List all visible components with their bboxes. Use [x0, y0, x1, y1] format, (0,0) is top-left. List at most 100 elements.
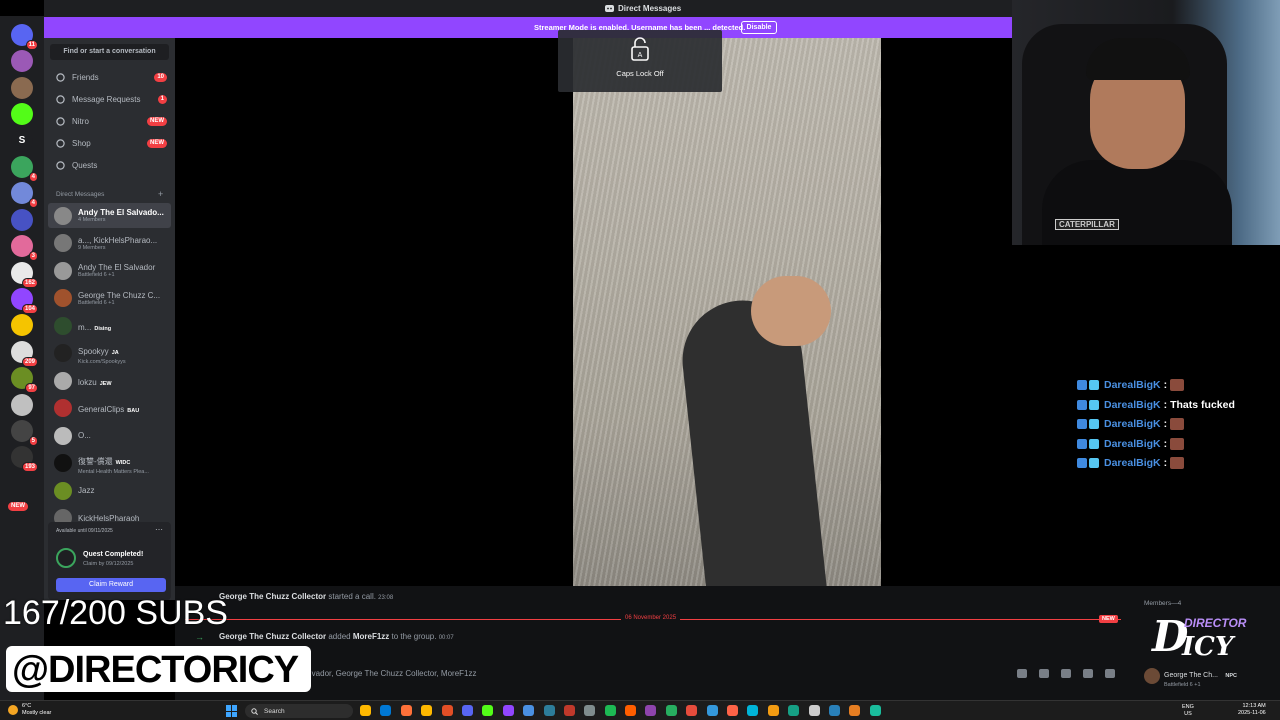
server-server-avatar-icon[interactable]: 3: [11, 235, 38, 262]
friends-icon: [54, 71, 66, 83]
added-by-user[interactable]: George The Chuzz Collector: [219, 632, 326, 641]
unread-badge: 4: [28, 198, 38, 209]
server-server-letter-icon[interactable]: S: [11, 129, 33, 152]
video-stream[interactable]: [573, 38, 881, 586]
sticker-icon[interactable]: [1061, 669, 1071, 678]
weather-icon: [8, 705, 18, 715]
dm-item[interactable]: George The Chuzz C... Battlefield 6 +1: [48, 286, 171, 311]
dm-item[interactable]: Andy The El Salvado... 4 Members: [48, 203, 171, 228]
new-messages-badge: NEW: [1099, 615, 1118, 623]
server-folder-icon[interactable]: [11, 208, 33, 231]
shirt-logo: CATERPILLAR: [1055, 219, 1119, 230]
emote-icon: [1170, 457, 1185, 469]
nav-friends[interactable]: Friends 10: [48, 68, 171, 86]
message-input[interactable]: ...vador, George The Chuzz Collector, Mo…: [305, 669, 476, 678]
clock[interactable]: 12:13 AM 2025-11-06: [1238, 703, 1266, 717]
create-dm-icon[interactable]: +: [158, 189, 163, 199]
emoji-icon[interactable]: [1083, 669, 1093, 678]
svg-text:A: A: [638, 52, 643, 59]
taskbar-app-icon[interactable]: [604, 705, 616, 716]
dm-item[interactable]: GeneralClips BAU: [48, 396, 171, 421]
avatar: [54, 316, 72, 335]
emote-icon: [1170, 437, 1185, 450]
taskbar-app-icon[interactable]: [625, 705, 637, 716]
dm-item[interactable]: a..., KickHelsPharao... 9 Members: [48, 231, 171, 256]
language-indicator[interactable]: ENG US: [1182, 704, 1194, 718]
badge-icon: [1089, 399, 1099, 410]
lang-code: ENG: [1182, 704, 1194, 710]
taskbar-app-icon[interactable]: [706, 705, 718, 716]
gift-icon[interactable]: [1017, 669, 1027, 678]
channel-handle: @DIRECTORICY: [6, 646, 311, 692]
taskbar-app-icon[interactable]: [849, 705, 861, 716]
weather-widget[interactable]: 6°C Mostly clear: [8, 703, 51, 717]
taskbar-app-icon[interactable]: [400, 705, 412, 716]
discord-icon: [605, 5, 614, 12]
call-user[interactable]: George The Chuzz Collector: [219, 592, 326, 601]
taskbar-app-icon[interactable]: [767, 705, 779, 716]
server-kick-icon[interactable]: [11, 103, 33, 126]
taskbar-app-icon[interactable]: [421, 705, 433, 716]
nav-label: Shop: [72, 138, 91, 148]
taskbar-app-icon[interactable]: [645, 705, 657, 716]
taskbar-search[interactable]: Search: [245, 704, 353, 718]
server-server-avatar-icon[interactable]: [11, 50, 33, 73]
disable-button[interactable]: Disable: [741, 21, 777, 34]
server-server-avatar-icon[interactable]: 209: [11, 340, 38, 367]
nav-message-requests[interactable]: Message Requests 1: [48, 90, 171, 108]
dm-item[interactable]: Andy The El Salvador Battlefield 6 +1: [48, 258, 171, 283]
dm-name: lokzu: [78, 377, 97, 387]
start-icon[interactable]: [226, 705, 238, 717]
emote-icon: [1170, 379, 1185, 391]
taskbar-app-icon[interactable]: [523, 705, 535, 716]
server-server-avatar-icon[interactable]: [11, 393, 33, 416]
taskbar-app-icon[interactable]: [441, 705, 453, 716]
taskbar-app-icon[interactable]: [686, 705, 698, 716]
server-server-avatar-icon[interactable]: [11, 76, 33, 99]
weather-desc: Mostly clear: [22, 710, 52, 716]
server-discord-home-icon[interactable]: 11: [11, 24, 38, 50]
server-server-avatar-icon[interactable]: 104: [11, 288, 38, 314]
dm-item[interactable]: m... Dising: [48, 313, 171, 338]
taskbar-app-icon[interactable]: [808, 705, 820, 716]
nav-nitro[interactable]: Nitro NEW: [48, 112, 171, 130]
gif-icon[interactable]: [1039, 669, 1049, 678]
dm-item[interactable]: Spookyy JA Kick.com/Spookyys: [48, 341, 171, 366]
server-server-avatar-icon[interactable]: 5: [11, 420, 38, 446]
taskbar-app-icon[interactable]: [665, 705, 677, 716]
find-conversation-button[interactable]: Find or start a conversation: [50, 44, 169, 60]
taskbar-app-icon[interactable]: [727, 705, 739, 716]
nav-quests[interactable]: Quests: [48, 156, 171, 174]
taskbar-app-icon[interactable]: [360, 705, 371, 716]
taskbar-app-icon[interactable]: [502, 705, 514, 716]
apps-icon[interactable]: [1105, 669, 1115, 678]
nav-shop[interactable]: Shop NEW: [48, 134, 171, 152]
taskbar-app-icon[interactable]: [584, 705, 596, 716]
dm-item[interactable]: Jazz: [48, 478, 171, 503]
lang-region: US: [1184, 711, 1192, 717]
taskbar-app-icon[interactable]: [543, 705, 555, 716]
server-server-avatar-icon[interactable]: 4: [11, 182, 38, 209]
server-server-avatar-icon[interactable]: 97: [11, 367, 38, 394]
taskbar-app-icon[interactable]: [380, 705, 392, 716]
dm-item[interactable]: O...: [48, 423, 171, 448]
claim-reward-button[interactable]: Claim Reward: [56, 578, 166, 592]
taskbar-app-icon[interactable]: [828, 705, 840, 716]
server-server-avatar-icon[interactable]: 193: [11, 446, 38, 473]
taskbar-app-icon[interactable]: [482, 705, 494, 716]
added-target-user[interactable]: MoreF1zz: [353, 632, 389, 641]
logo-line1: DIRECTOR: [1184, 616, 1247, 630]
dm-item[interactable]: 復讐-償還 WIDC Mental Health Matters Plea...: [48, 451, 171, 476]
server-server-avatar-icon[interactable]: [11, 314, 33, 337]
quest-available: Available until 09/11/2025: [56, 528, 113, 534]
taskbar-app-icon[interactable]: [563, 705, 575, 716]
dm-tag: JA: [111, 350, 119, 356]
taskbar-app-icon[interactable]: [788, 705, 800, 716]
dm-item[interactable]: lokzu JEW: [48, 368, 171, 393]
more-options-icon[interactable]: ⋯: [155, 525, 163, 534]
server-server-avatar-icon[interactable]: 4: [11, 156, 38, 182]
taskbar-app-icon[interactable]: [747, 705, 759, 716]
taskbar-app-icon[interactable]: [461, 705, 473, 716]
server-server-avatar-icon[interactable]: 162: [11, 261, 38, 288]
taskbar-app-icon[interactable]: [869, 705, 881, 716]
